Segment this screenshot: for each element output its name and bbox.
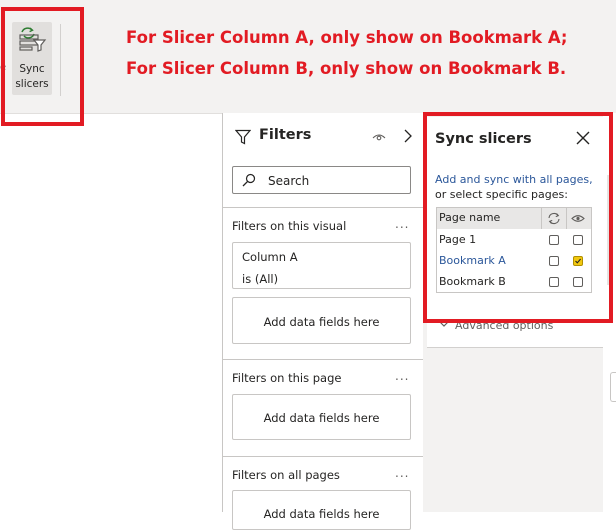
highlight-box-sync-panel [423,112,613,323]
filter-funnel-icon [235,129,251,145]
section-divider [223,359,423,360]
add-data-fields-all-pages[interactable]: Add data fields here [232,490,411,530]
add-data-fields-visual[interactable]: Add data fields here [232,297,411,344]
collapse-chevron-icon[interactable] [403,129,413,143]
eye-icon[interactable] [372,133,386,142]
section-divider [223,456,423,457]
filter-card-value: is (All) [242,272,279,286]
callout-line-2: For Slicer Column B, only show on Bookma… [126,59,567,78]
search-icon [242,173,256,187]
filters-title: Filters [259,127,312,143]
section-label-page: Filters on this page [232,371,342,385]
ribbon: e Sync slicers For Slicer Column A, only… [0,0,616,114]
section-label-all-pages: Filters on all pages [232,468,340,482]
annotation-callout: For Slicer Column A, only show on Bookma… [126,22,568,84]
section-divider [427,347,603,348]
filters-search-input[interactable]: Search [232,166,411,194]
filter-card-field: Column A [242,250,298,264]
filter-card-column-a[interactable]: Column A is (All) [232,242,411,289]
section-label-visual: Filters on this visual [232,219,347,233]
callout-line-1: For Slicer Column A, only show on Bookma… [126,28,568,47]
canvas-visual-edge [610,372,616,402]
highlight-box-sync-button [1,7,84,126]
add-data-fields-page[interactable]: Add data fields here [232,394,411,440]
search-placeholder: Search [268,174,310,188]
section-divider [223,207,423,208]
more-options-icon[interactable]: ... [395,369,409,383]
add-data-fields-label: Add data fields here [263,315,380,329]
add-data-fields-label: Add data fields here [263,411,380,425]
more-options-icon[interactable]: ... [395,217,409,231]
more-options-icon[interactable]: ... [395,466,409,480]
filters-pane: Filters Search Filters on this visual ..… [222,113,424,530]
add-data-fields-label: Add data fields here [263,507,380,521]
